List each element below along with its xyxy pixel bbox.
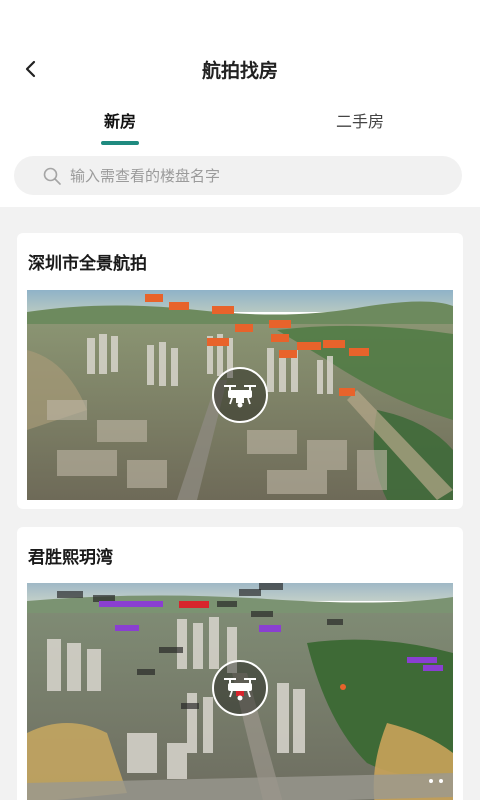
aerial-listing-card[interactable]: 君胜熙玥湾 — [17, 527, 463, 800]
search-input[interactable] — [70, 166, 430, 185]
drone-icon — [224, 678, 256, 701]
aerial-listing-card[interactable]: 深圳市全景航拍 — [17, 233, 463, 509]
tab-bar: 新房 二手房 — [0, 104, 480, 148]
aerial-photo[interactable] — [27, 583, 453, 800]
aerial-photo[interactable] — [27, 290, 453, 500]
tab-second-hand-homes[interactable]: 二手房 — [300, 104, 420, 144]
page-title: 航拍找房 — [201, 60, 278, 82]
card-title: 君胜熙玥湾 — [28, 548, 113, 568]
search-bar[interactable] — [14, 156, 462, 195]
top-panel: 航拍找房 新房 二手房 — [0, 0, 480, 207]
aerial-tour-button[interactable] — [212, 660, 268, 716]
navigation-bar: 航拍找房 — [0, 40, 480, 98]
card-title: 深圳市全景航拍 — [28, 254, 147, 274]
tab-new-homes[interactable]: 新房 — [60, 104, 180, 144]
active-tab-indicator — [101, 141, 139, 145]
search-icon — [42, 165, 64, 187]
drone-icon — [224, 385, 256, 408]
aerial-tour-button[interactable] — [212, 367, 268, 423]
